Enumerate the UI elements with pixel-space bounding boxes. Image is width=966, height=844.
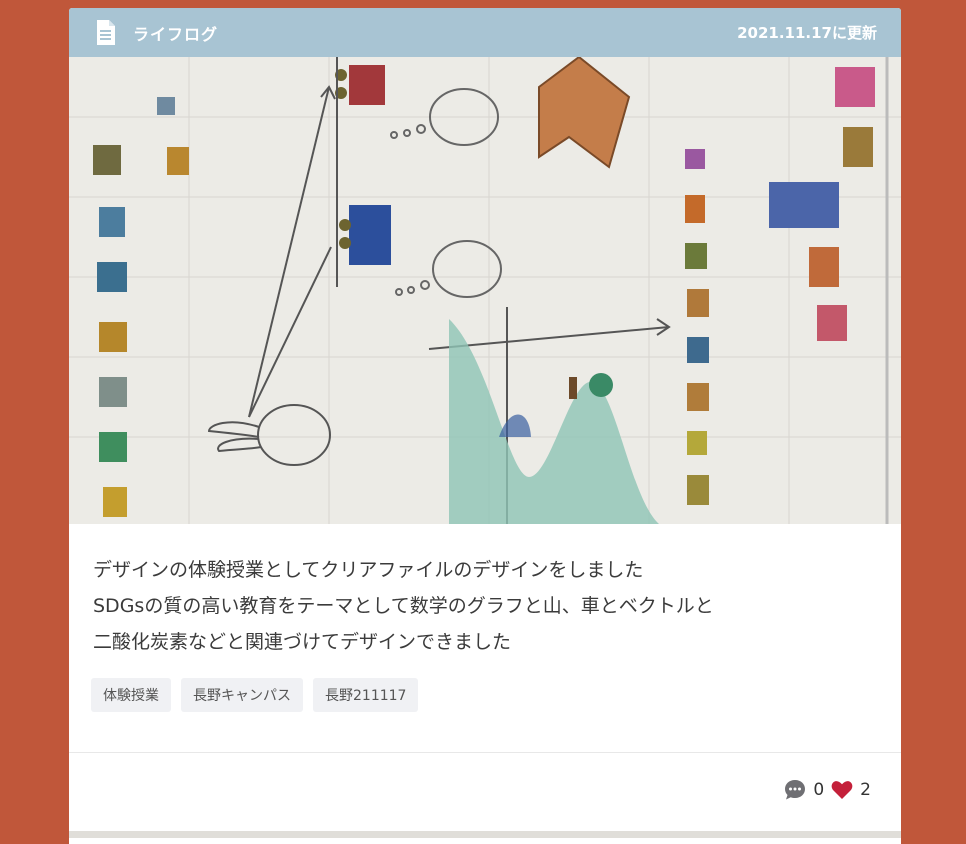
lifelog-card: ライフログ 2021.11.17に更新 デザインの体験授業としてクリアファイルの…	[69, 8, 901, 844]
reactions: 0 2	[783, 778, 877, 802]
updated-date: 2021.11.17に更新	[737, 24, 877, 42]
post-line-3: 二酸化炭素などと関連づけてデザインできました	[93, 631, 512, 653]
tag-nagano-211117[interactable]: 長野211117	[313, 678, 419, 712]
comment-icon[interactable]	[783, 778, 807, 802]
header-left: ライフログ	[95, 19, 218, 46]
heart-icon[interactable]	[830, 778, 854, 802]
post-line-1: デザインの体験授業としてクリアファイルのデザインをしました	[93, 559, 644, 581]
card-bottom-edge	[69, 831, 901, 838]
tag-list: 体験授業 長野キャンパス 長野211117	[69, 660, 901, 712]
comment-count: 0	[813, 780, 825, 800]
post-body: デザインの体験授業としてクリアファイルのデザインをしました SDGsの質の高い教…	[69, 524, 901, 660]
tag-taiken[interactable]: 体験授業	[91, 678, 171, 712]
document-icon	[95, 19, 117, 46]
divider	[69, 752, 901, 753]
card-title: ライフログ	[133, 24, 219, 44]
tag-nagano-campus[interactable]: 長野キャンパス	[181, 678, 303, 712]
like-count: 2	[860, 780, 871, 800]
post-line-2: SDGsの質の高い教育をテーマとして数学のグラフと山、車とベクトルと	[93, 595, 714, 617]
drawing-photo[interactable]	[69, 57, 901, 524]
card-header: ライフログ 2021.11.17に更新	[69, 8, 901, 57]
